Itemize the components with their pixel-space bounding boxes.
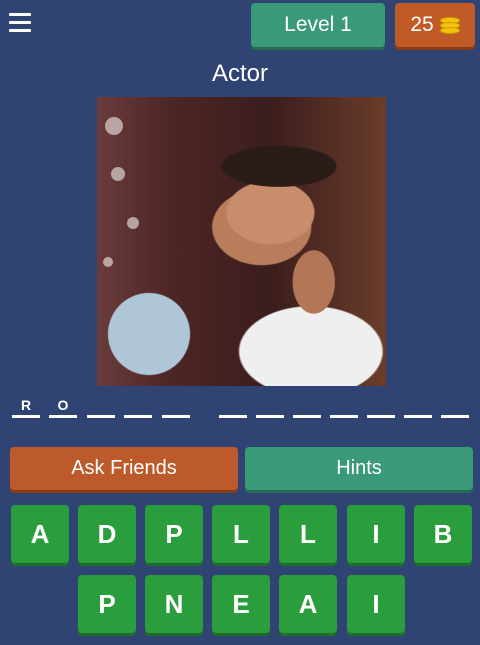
hints-label: Hints bbox=[336, 457, 382, 479]
answer-slot-letter bbox=[404, 392, 432, 414]
menu-icon[interactable] bbox=[9, 13, 31, 33]
letter-key[interactable]: E bbox=[212, 575, 270, 633]
category-title: Actor bbox=[211, 60, 268, 87]
answer-slot-letter bbox=[441, 392, 469, 414]
letter-key[interactable]: P bbox=[78, 575, 136, 633]
answer-slot[interactable]: R bbox=[12, 392, 40, 418]
answer-slot-letter bbox=[219, 392, 247, 414]
answer-slot-underline bbox=[219, 415, 247, 418]
answer-slot[interactable] bbox=[367, 392, 395, 418]
answer-slot-underline bbox=[330, 415, 358, 418]
answer-slot-letter bbox=[256, 392, 284, 414]
answer-slot-letter: R bbox=[20, 397, 32, 413]
letter-key[interactable]: I bbox=[347, 505, 405, 563]
letter-key[interactable]: A bbox=[11, 505, 69, 563]
answer-slot[interactable] bbox=[256, 392, 284, 418]
answer-slot-letter: O bbox=[57, 397, 69, 413]
coin-stack-icon bbox=[439, 17, 460, 34]
hints-button[interactable]: Hints bbox=[245, 447, 473, 490]
answer-slot-underline bbox=[404, 415, 432, 418]
answer-slot-underline bbox=[293, 415, 321, 418]
answer-slot[interactable] bbox=[441, 392, 469, 418]
answer-slot-underline bbox=[12, 415, 40, 418]
answer-slot-letter bbox=[162, 392, 190, 414]
answer-slot[interactable] bbox=[219, 392, 247, 418]
letter-key[interactable]: N bbox=[145, 575, 203, 633]
answer-slot-letter bbox=[330, 392, 358, 414]
ask-friends-button[interactable]: Ask Friends bbox=[10, 447, 238, 490]
answer-slot[interactable] bbox=[162, 392, 190, 418]
answer-slot[interactable] bbox=[87, 392, 115, 418]
letter-key[interactable]: L bbox=[279, 505, 337, 563]
letter-key[interactable]: I bbox=[347, 575, 405, 633]
answer-slot-letter bbox=[367, 392, 395, 414]
answer-slot[interactable] bbox=[293, 392, 321, 418]
ask-friends-label: Ask Friends bbox=[71, 457, 177, 479]
answer-slot-underline bbox=[49, 415, 77, 418]
puzzle-photo bbox=[97, 97, 386, 386]
letter-key[interactable]: P bbox=[145, 505, 203, 563]
answer-slot-underline bbox=[162, 415, 190, 418]
answer-slot-underline bbox=[367, 415, 395, 418]
answer-slot[interactable] bbox=[124, 392, 152, 418]
level-button[interactable]: Level 1 bbox=[251, 3, 385, 47]
answer-slot-letter bbox=[293, 392, 321, 414]
coin-count: 25 bbox=[410, 13, 434, 36]
answer-slot-underline bbox=[124, 415, 152, 418]
answer-slot-underline bbox=[441, 415, 469, 418]
letter-key[interactable]: L bbox=[212, 505, 270, 563]
answer-slot[interactable]: O bbox=[49, 392, 77, 418]
letter-key[interactable]: B bbox=[414, 505, 472, 563]
letter-key[interactable]: A bbox=[279, 575, 337, 633]
answer-slot-underline bbox=[87, 415, 115, 418]
letter-key[interactable]: D bbox=[78, 505, 136, 563]
answer-slot-letter bbox=[124, 392, 152, 414]
level-label: Level 1 bbox=[284, 13, 352, 36]
answer-slot-letter bbox=[87, 392, 115, 414]
coins-button[interactable]: 25 bbox=[395, 3, 475, 47]
answer-slot[interactable] bbox=[330, 392, 358, 418]
answer-slot-underline bbox=[256, 415, 284, 418]
answer-slot[interactable] bbox=[404, 392, 432, 418]
